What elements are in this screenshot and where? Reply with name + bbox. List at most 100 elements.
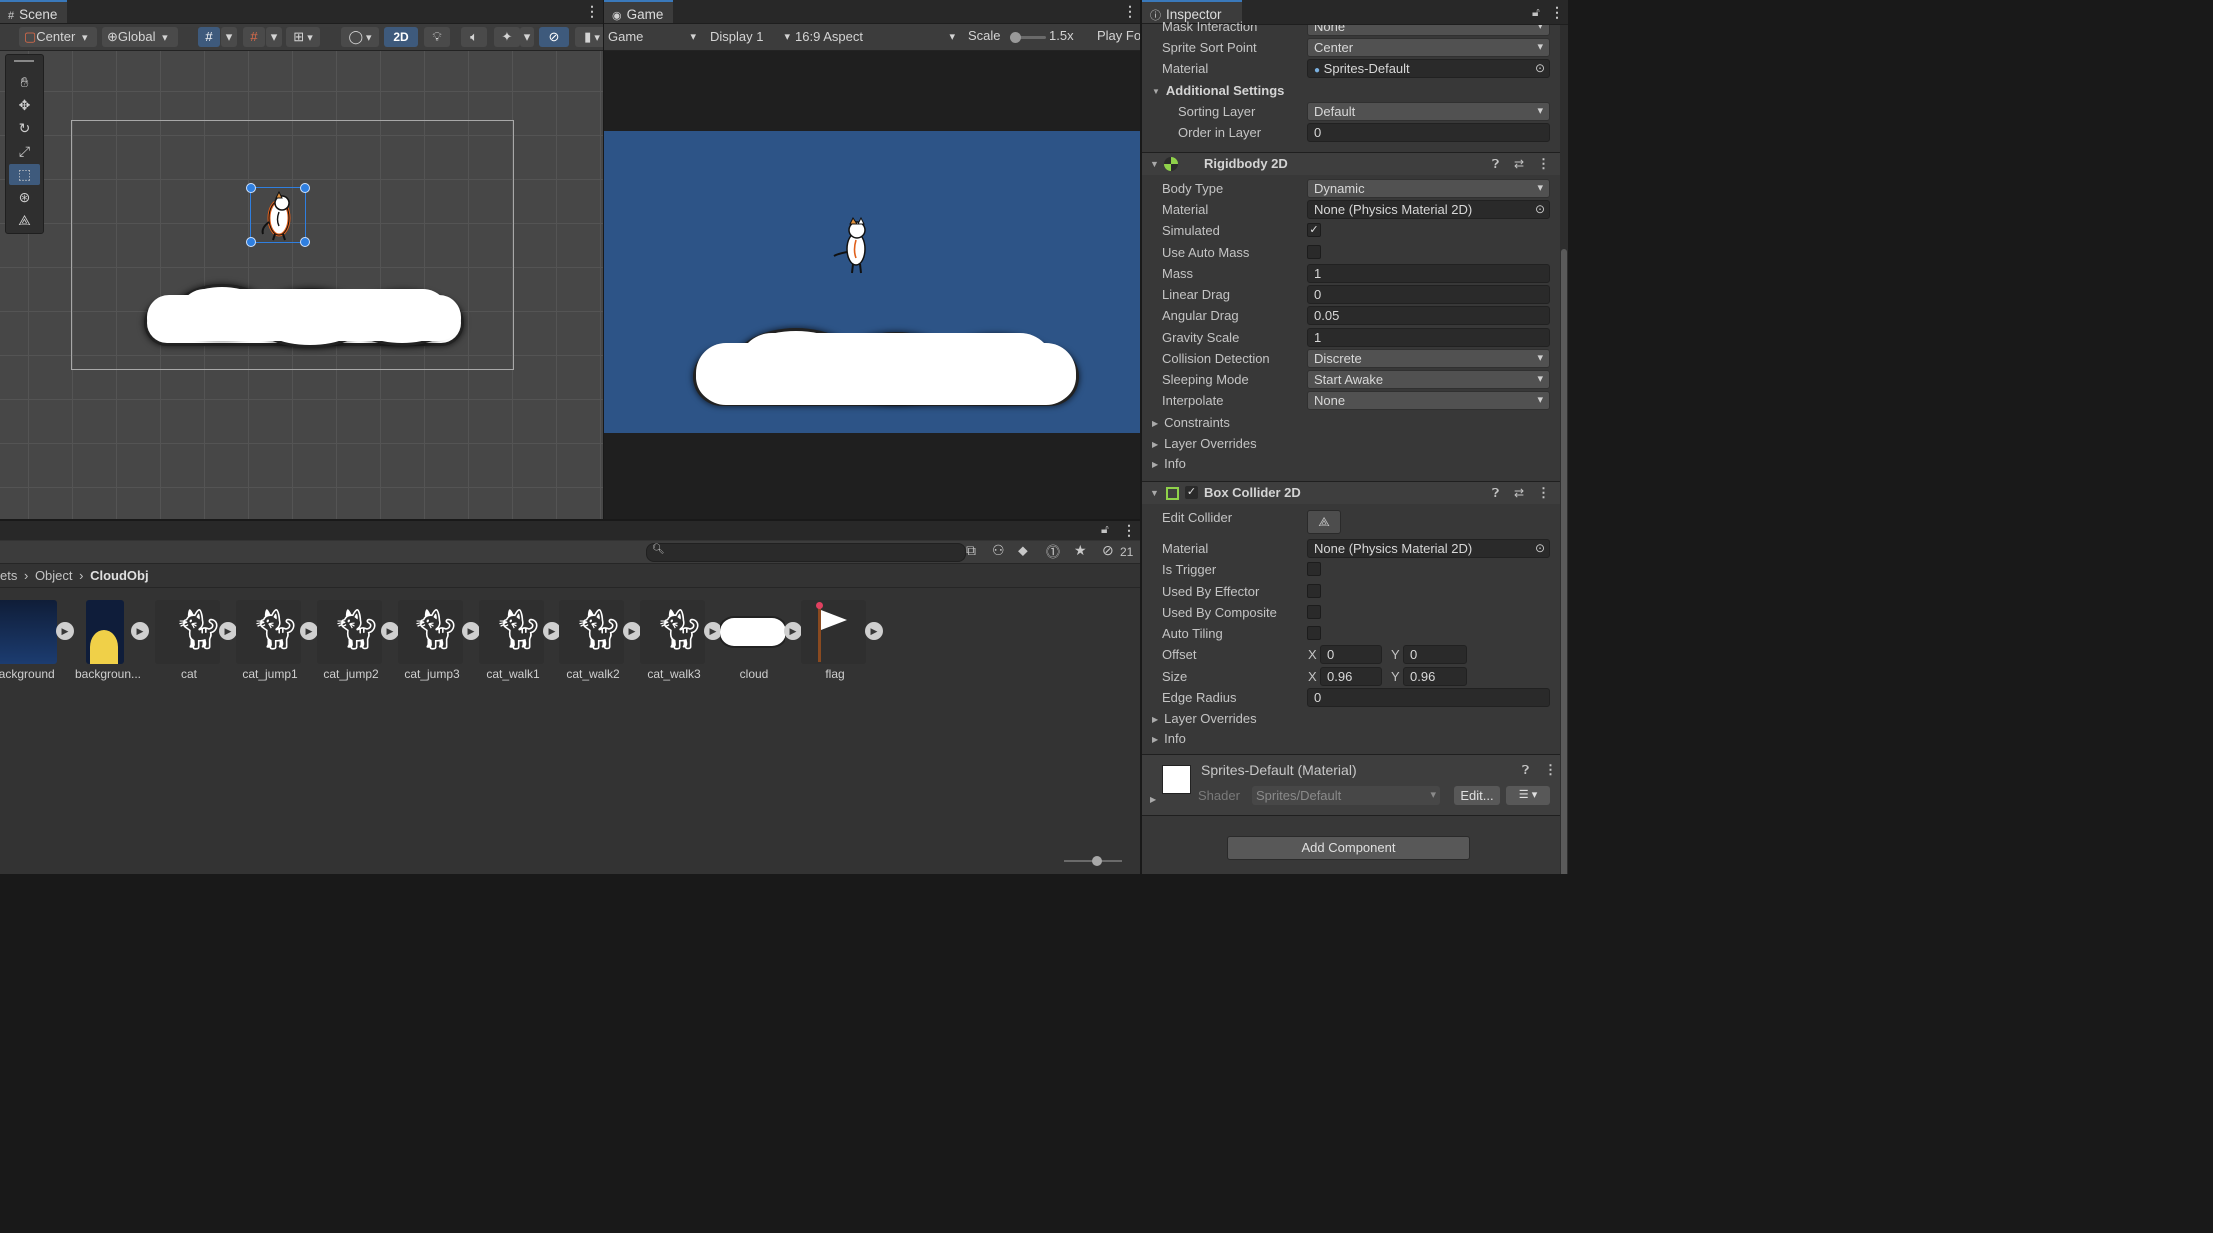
play-icon[interactable]: ▶ <box>219 622 237 640</box>
move-tool[interactable]: ✥ <box>9 95 40 116</box>
search-by-type-icon[interactable]: ⧉ <box>966 542 976 559</box>
scale-slider[interactable] <box>1010 32 1046 43</box>
view-select-dropdown[interactable]: Game ▾ <box>608 27 700 47</box>
inspector-lock-icon-top[interactable]: 🔓︎ <box>1532 5 1540 20</box>
tools-drag-handle[interactable] <box>14 60 34 62</box>
order-in-layer-input[interactable]: 0 <box>1307 123 1550 142</box>
foldout-arrow-icon[interactable]: ▼ <box>1150 153 1159 175</box>
auto-tiling-checkbox[interactable] <box>1307 626 1321 640</box>
game-viewport[interactable] <box>604 131 1140 433</box>
add-component-button[interactable]: Add Component <box>1227 836 1470 860</box>
warning-icon[interactable]: ⓵ <box>1046 542 1060 562</box>
help-icon[interactable]: ❓︎ <box>1522 763 1529 778</box>
play-icon[interactable]: ▶ <box>56 622 74 640</box>
sprite-material-field[interactable]: ● Sprites-Default <box>1307 59 1550 78</box>
rotate-tool[interactable]: ↻ <box>9 118 40 139</box>
preset-icon[interactable]: ⇄ <box>1514 153 1524 175</box>
grid-visibility-dropdown[interactable]: ▾ <box>266 27 282 47</box>
hand-tool[interactable]: ✋︎ <box>9 72 40 93</box>
rect-handle-top-left[interactable] <box>246 183 256 193</box>
inspector-scrollbar[interactable] <box>1560 25 1568 874</box>
rect-handle-bottom-left[interactable] <box>246 237 256 247</box>
sprite-sort-point-dropdown[interactable]: Center <box>1307 38 1550 57</box>
help-icon[interactable]: ❓︎ <box>1492 482 1499 504</box>
edit-collider-button[interactable]: ⟁ <box>1307 510 1341 534</box>
boxcollider-enabled-checkbox[interactable]: ✓ <box>1185 486 1198 499</box>
offset-y-input[interactable]: 0 <box>1403 645 1467 664</box>
is-trigger-checkbox[interactable] <box>1307 562 1321 576</box>
effects-dropdown[interactable]: ▾ <box>520 27 534 47</box>
simulated-checkbox[interactable]: ✓ <box>1307 223 1321 237</box>
offset-x-input[interactable]: 0 <box>1320 645 1382 664</box>
tag-icon[interactable]: ⬥ <box>1018 542 1028 559</box>
size-y-input[interactable]: 0.96 <box>1403 667 1467 686</box>
preset-icon[interactable]: ⇄ <box>1514 482 1524 504</box>
angular-drag-input[interactable]: 0.05 <box>1307 306 1550 325</box>
scene-visibility-toggle[interactable]: ⊘ <box>539 27 569 47</box>
help-icon[interactable]: ❓︎ <box>1492 153 1499 175</box>
grid-snap-toggle[interactable]: # <box>198 27 220 47</box>
boxcollider2d-header[interactable]: ▼ ✓ Box Collider 2D ❓︎ ⇄ ⋮ <box>1142 481 1568 504</box>
play-focused-dropdown[interactable]: Play Fo <box>1097 28 1140 43</box>
rb-layer-overrides-row[interactable]: Layer Overrides <box>1142 433 1550 454</box>
used-by-composite-checkbox[interactable] <box>1307 605 1321 619</box>
game-menu-icon[interactable]: ⋮ <box>1123 3 1137 19</box>
shader-dropdown[interactable]: Sprites/Default ▾ <box>1252 786 1440 805</box>
display-dropdown[interactable]: Display 1 ▾ <box>710 27 790 47</box>
foldout-arrow-icon[interactable]: ▼ <box>1150 482 1159 504</box>
pivot-mode-dropdown[interactable]: ▢Center <box>19 27 97 47</box>
bc-material-field[interactable]: None (Physics Material 2D) <box>1307 539 1550 558</box>
component-menu-icon[interactable]: ⋮ <box>1537 153 1550 175</box>
rb-material-field[interactable]: None (Physics Material 2D) <box>1307 200 1550 219</box>
project-menu-icon[interactable]: ⋮ <box>1122 522 1136 538</box>
breadcrumb-item[interactable]: Object <box>35 568 73 583</box>
audio-toggle[interactable]: 🔈︎ <box>461 27 487 47</box>
bc-layer-overrides-row[interactable]: Layer Overrides <box>1142 708 1550 729</box>
effects-toggle[interactable]: ✦ <box>494 27 520 47</box>
shader-edit-button[interactable]: Edit... <box>1454 786 1500 805</box>
favorite-star-icon[interactable]: ★ <box>1074 542 1087 559</box>
aspect-dropdown[interactable]: 16:9 Aspect ▾ <box>795 27 959 47</box>
play-icon[interactable]: ▶ <box>623 622 641 640</box>
bc-info-row[interactable]: Info <box>1142 728 1550 749</box>
scale-tool[interactable]: ⤢ <box>9 141 40 162</box>
scene-cloud-sprite[interactable] <box>147 287 461 349</box>
rb-info-foldout[interactable]: Info <box>1152 453 1186 476</box>
foldout-arrow-icon[interactable]: ▶ <box>1150 795 1156 804</box>
additional-settings-foldout[interactable]: Additional Settings <box>1152 80 1284 103</box>
search-by-label-icon[interactable]: ⚇ <box>992 542 1005 559</box>
zoom-slider-thumb[interactable] <box>1092 856 1102 866</box>
sorting-layer-dropdown[interactable]: Default <box>1307 102 1550 121</box>
transform-tool[interactable]: ⊛ <box>9 187 40 208</box>
use-auto-mass-checkbox[interactable] <box>1307 245 1321 259</box>
project-zoom-slider[interactable] <box>1064 856 1122 866</box>
linear-drag-input[interactable]: 0 <box>1307 285 1550 304</box>
rect-handle-top-right[interactable] <box>300 183 310 193</box>
play-icon[interactable]: ▶ <box>131 622 149 640</box>
scale-slider-thumb[interactable] <box>1010 32 1021 43</box>
lighting-toggle[interactable]: 💡︎ <box>424 27 450 47</box>
inspector-menu-icon-top[interactable]: ⋮ <box>1550 4 1564 20</box>
play-icon[interactable]: ▶ <box>381 622 399 640</box>
play-icon[interactable]: ▶ <box>462 622 480 640</box>
used-by-effector-checkbox[interactable] <box>1307 584 1321 598</box>
inspector-scrollbar-thumb[interactable] <box>1561 249 1567 874</box>
component-menu-icon[interactable]: ⋮ <box>1537 482 1550 504</box>
size-x-input[interactable]: 0.96 <box>1320 667 1382 686</box>
play-icon[interactable]: ▶ <box>784 622 802 640</box>
play-icon[interactable]: ▶ <box>300 622 318 640</box>
scene-menu-icon[interactable]: ⋮ <box>585 3 599 19</box>
grid-visibility-toggle[interactable]: # <box>243 27 265 47</box>
draw-mode-dropdown[interactable]: ◯ <box>341 27 379 47</box>
pivot-rotation-dropdown[interactable]: ⊕Global <box>102 27 178 47</box>
play-icon[interactable]: ▶ <box>865 622 883 640</box>
scene-cat-selection[interactable] <box>246 183 310 247</box>
increment-snap-dropdown[interactable]: ⊞ <box>286 27 320 47</box>
hidden-packages-icon[interactable]: ⊘ <box>1102 542 1114 559</box>
constraints-foldout[interactable]: Constraints <box>1152 412 1230 435</box>
breadcrumb-current[interactable]: CloudObj <box>90 568 149 583</box>
gravity-scale-input[interactable]: 1 <box>1307 328 1550 347</box>
rect-handle-bottom-right[interactable] <box>300 237 310 247</box>
shader-options-dropdown[interactable]: ☰ ▾ <box>1506 786 1550 805</box>
mass-input[interactable]: 1 <box>1307 264 1550 283</box>
